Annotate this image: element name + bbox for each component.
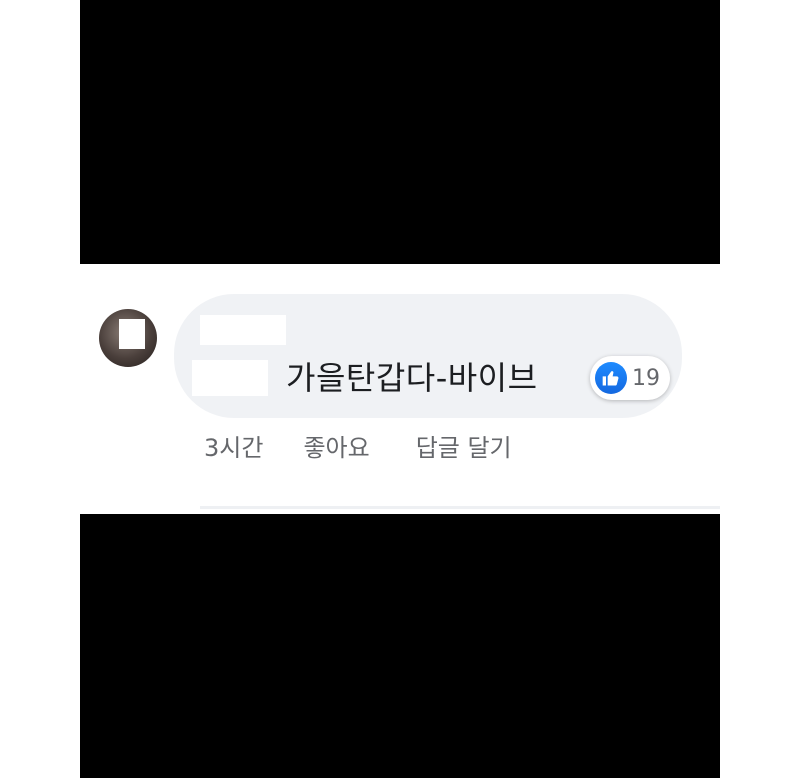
thumbs-up-icon (595, 362, 627, 394)
comment-text: 가을탄갑다-바이브 (286, 359, 538, 397)
like-button[interactable]: 좋아요 (303, 428, 369, 463)
avatar[interactable] (99, 309, 157, 367)
comment-timestamp[interactable]: 3시간 (204, 428, 263, 463)
reaction-count: 19 (632, 365, 660, 391)
reply-button[interactable]: 답글 달기 (416, 428, 512, 463)
divider (200, 506, 720, 509)
screenshot-page: 가을탄갑다-바이브 19 3시간 좋아요 답글 달기 (0, 0, 800, 778)
redaction-bar-top (80, 0, 720, 264)
comment-section: 가을탄갑다-바이브 19 3시간 좋아요 답글 달기 (80, 264, 720, 514)
tagged-name-redaction (192, 360, 268, 396)
avatar-redaction (119, 319, 145, 349)
redaction-bar-bottom (80, 514, 720, 778)
reaction-badge[interactable]: 19 (590, 356, 670, 400)
comment-actions: 3시간 좋아요 답글 달기 (204, 427, 512, 463)
author-name-redaction (200, 315, 286, 345)
